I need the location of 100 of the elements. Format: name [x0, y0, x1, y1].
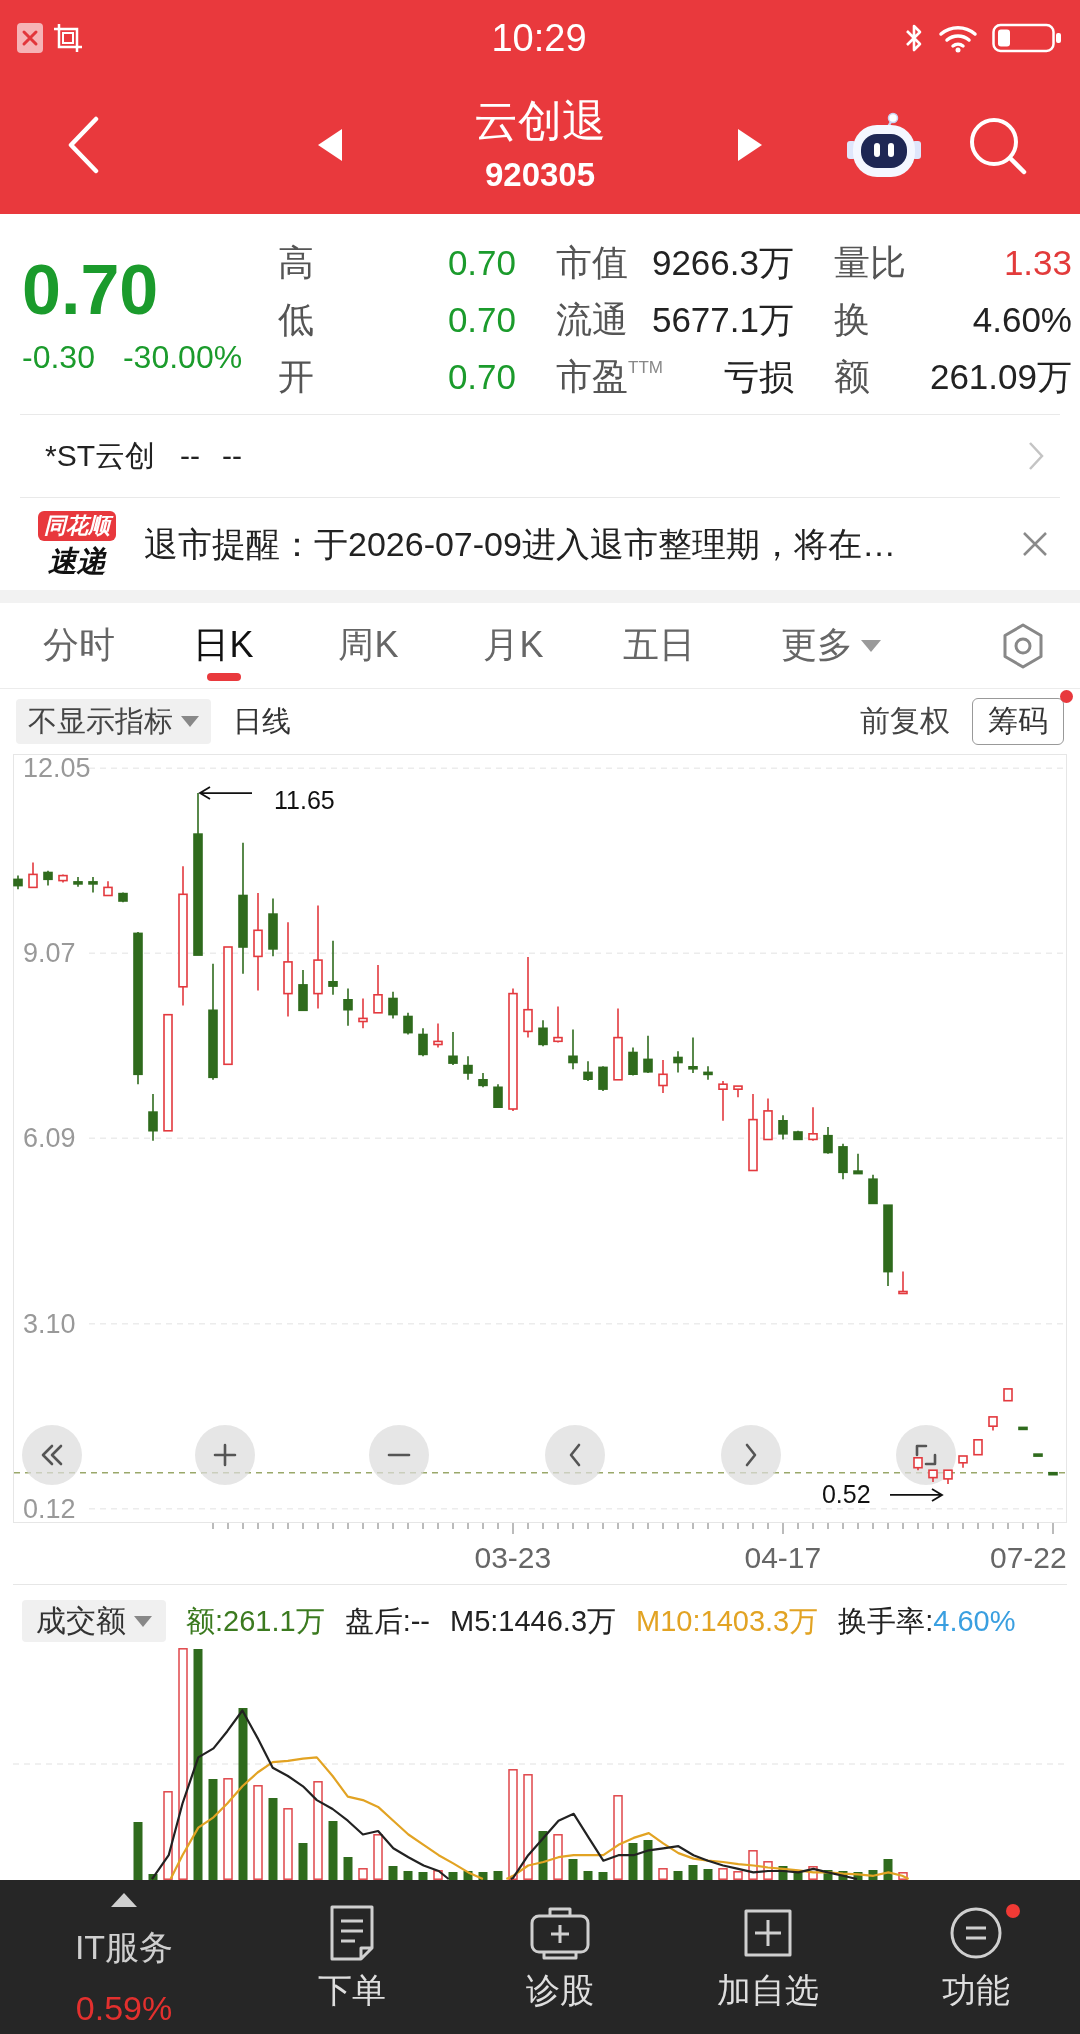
volume-bar: [583, 1871, 593, 1880]
candle: [793, 1129, 803, 1141]
volume-bar: [688, 1865, 698, 1880]
candle: [328, 940, 338, 996]
stat-label: 市值: [556, 241, 628, 284]
corner-brackets-icon: [915, 1444, 937, 1466]
related-stock-name[interactable]: *ST云创: [45, 435, 155, 477]
legend-label: M5:1446.3万: [450, 1604, 617, 1639]
price-axis-label: 9.07: [23, 939, 76, 968]
candle: [703, 1065, 713, 1081]
volume-bar: [793, 1870, 803, 1880]
candle: [1033, 1453, 1043, 1457]
candle: [673, 1050, 683, 1074]
fullscreen-button[interactable]: [896, 1425, 956, 1485]
period-label: 日线: [233, 703, 291, 739]
toolbar-button[interactable]: 诊股: [456, 1880, 664, 2034]
candle: [568, 1028, 578, 1071]
toolbar-button[interactable]: 功能: [872, 1880, 1080, 2034]
candle: [598, 1065, 608, 1092]
candle: [658, 1059, 668, 1094]
candle: [958, 1455, 968, 1469]
more-tab[interactable]: 更多: [781, 603, 881, 688]
volume-bar: [448, 1872, 458, 1880]
candle: [1018, 1426, 1028, 1431]
logo-wordmark: 同花顺: [38, 510, 116, 541]
candle: [823, 1126, 833, 1155]
candle: [1003, 1388, 1013, 1402]
back-icon[interactable]: [66, 115, 100, 174]
volume-bar: [283, 1808, 293, 1880]
stat-label: 量比: [834, 241, 906, 284]
notice-text[interactable]: 退市提醒：于2026-07-09进入退市整理期，将在…: [144, 523, 896, 565]
volume-bar: [658, 1868, 668, 1880]
toolbar-button[interactable]: 加自选: [664, 1880, 872, 2034]
volume-bar: [883, 1859, 893, 1880]
volume-bar: [898, 1872, 908, 1880]
close-icon: [1022, 531, 1048, 557]
candle: [553, 1005, 563, 1044]
chevron-left-icon: [569, 1443, 581, 1467]
tab[interactable]: 日K: [151, 603, 296, 688]
candle: [13, 874, 23, 891]
price-value: 0.70: [22, 250, 160, 330]
volume-bar: [808, 1866, 818, 1880]
volume-bar: [778, 1866, 788, 1880]
medical-kit-icon: [529, 1905, 591, 1961]
scroll-left-button[interactable]: [545, 1425, 605, 1485]
legend-label: M10:1403.3万: [636, 1604, 819, 1639]
tab[interactable]: 五日: [586, 603, 731, 688]
rewind-button[interactable]: [22, 1425, 82, 1485]
right-triangle-icon[interactable]: [738, 128, 762, 161]
candle: [778, 1114, 788, 1141]
adjustment-button[interactable]: 前复权: [860, 701, 950, 742]
sector-change: 0.59%: [75, 1990, 173, 2026]
stat-value: 4.60%: [972, 298, 1072, 341]
stat-label: 流通: [556, 298, 628, 341]
caret-down-icon: [861, 639, 881, 652]
stat-value: 1.33: [1003, 241, 1072, 284]
volume-bar: [418, 1872, 428, 1880]
date-axis-label: 04-17: [744, 1542, 822, 1574]
volume-bar: [733, 1871, 743, 1880]
candle: [643, 1035, 653, 1074]
annotation-label: 11.65: [274, 787, 335, 814]
chips-button[interactable]: 筹码: [972, 698, 1064, 745]
toolbar-button[interactable]: 下单: [248, 1880, 456, 2034]
candle: [148, 1093, 158, 1142]
zoom-in-button[interactable]: [195, 1425, 255, 1485]
candle: [403, 1012, 413, 1036]
indicator-dropdown[interactable]: 不显示指标: [16, 699, 211, 744]
tab[interactable]: 分时: [6, 603, 151, 688]
volume-bar: [388, 1866, 398, 1880]
tab[interactable]: 周K: [296, 603, 441, 688]
equals-circle-icon: [949, 1906, 1003, 1960]
annotation-arrow: [889, 1488, 944, 1502]
volume-type-dropdown[interactable]: 成交额: [22, 1600, 166, 1642]
close-button[interactable]: [1022, 531, 1048, 557]
volume-bar: [763, 1861, 773, 1880]
robot-icon[interactable]: [846, 111, 922, 178]
stat-label: 额: [834, 355, 870, 398]
sector-name[interactable]: IT服务: [74, 1929, 174, 1965]
volume-bar: [598, 1872, 608, 1880]
volume-bar: [403, 1871, 413, 1880]
caret-up-icon[interactable]: [111, 1893, 137, 1907]
volume-bar: [328, 1821, 338, 1880]
volume-bar: [718, 1868, 728, 1880]
candle: [763, 1097, 773, 1141]
crop-frame-icon: [52, 21, 84, 54]
candle: [913, 1457, 923, 1471]
candle: [733, 1085, 743, 1098]
logo-caption: 速递: [48, 543, 106, 578]
volume-bar: [838, 1871, 848, 1880]
stat-label: 换: [834, 298, 870, 341]
caret-down-icon: [181, 716, 199, 727]
turnover-label: 换手率:: [838, 1604, 934, 1639]
candle: [538, 1019, 548, 1048]
tab[interactable]: 月K: [441, 603, 586, 688]
scroll-right-button[interactable]: [721, 1425, 781, 1485]
candle: [838, 1143, 848, 1180]
left-triangle-icon[interactable]: [318, 128, 342, 161]
stat-value: 亏损: [724, 355, 794, 398]
turnover-value: 4.60%: [933, 1604, 1016, 1639]
candle: [1048, 1471, 1058, 1476]
